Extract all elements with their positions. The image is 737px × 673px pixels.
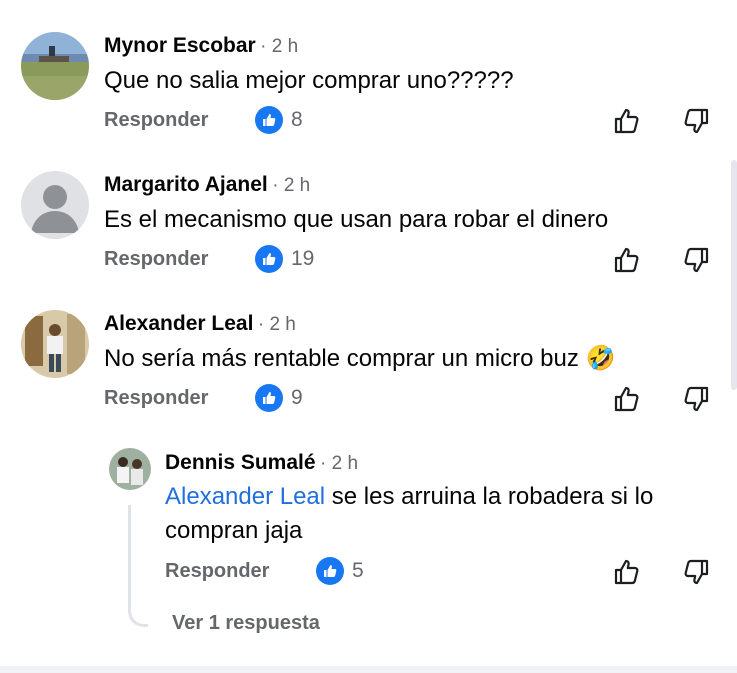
avatar[interactable] [21, 32, 89, 100]
default-person-icon [21, 171, 89, 239]
thumbs-up-icon [316, 557, 344, 585]
thumbs-up-icon [255, 245, 283, 273]
comment-text: Es el mecanismo que usan para robar el d… [104, 206, 609, 233]
downvote-button[interactable] [681, 557, 711, 587]
thread-connector [128, 505, 148, 627]
reply-time: · 2 h [320, 453, 359, 474]
thumbs-up-icon [255, 106, 283, 134]
thumb-up-outline-icon [614, 108, 639, 134]
reply-button[interactable]: Responder [104, 387, 208, 410]
comment-text: No sería más rentable comprar un micro b… [104, 345, 616, 372]
reply-text-line1: se les arruina la robadera si lo [325, 483, 654, 510]
comment-text: Que no salia mejor comprar uno????? [104, 67, 514, 94]
avatar-two-people-image [109, 448, 151, 490]
thumb-down-outline-icon [684, 386, 709, 412]
comment-author[interactable]: Mynor Escobar [104, 34, 256, 57]
upvote-button[interactable] [612, 106, 642, 136]
thumb-down-outline-icon [684, 559, 709, 585]
reaction-count[interactable]: 19 [255, 245, 314, 273]
thumb-up-outline-icon [614, 247, 639, 273]
comment-author[interactable]: Margarito Ajanel [104, 173, 268, 196]
reaction-count[interactable]: 9 [255, 384, 303, 412]
reply-text: Alexander Leal se les arruina la robader… [165, 480, 705, 548]
mention-link[interactable]: Alexander Leal [165, 483, 325, 510]
reaction-count[interactable]: 5 [316, 557, 364, 585]
bottom-divider [0, 666, 737, 673]
reaction-count[interactable]: 8 [255, 106, 303, 134]
thumb-down-outline-icon [684, 247, 709, 273]
reply-button[interactable]: Responder [165, 560, 269, 583]
avatar-person-image [21, 310, 89, 378]
comment-time: · 2 h [260, 36, 299, 57]
reply-text-line2: compran jaja [165, 517, 303, 544]
view-replies-link[interactable]: Ver 1 respuesta [172, 612, 320, 635]
avatar-landscape-image [21, 32, 89, 100]
comment-time: · 2 h [257, 314, 296, 335]
upvote-button[interactable] [612, 557, 642, 587]
comment-time: · 2 h [272, 175, 311, 196]
comment-author[interactable]: Alexander Leal [104, 312, 253, 335]
avatar[interactable] [21, 171, 89, 239]
thumb-down-outline-icon [684, 108, 709, 134]
avatar[interactable] [109, 448, 151, 490]
like-count: 8 [291, 108, 303, 131]
upvote-button[interactable] [612, 384, 642, 414]
downvote-button[interactable] [681, 245, 711, 275]
like-count: 5 [352, 559, 364, 582]
thumb-up-outline-icon [614, 559, 639, 585]
like-count: 19 [291, 247, 315, 270]
thumbs-up-icon [255, 384, 283, 412]
scrollbar[interactable] [731, 160, 737, 390]
like-count: 9 [291, 386, 303, 409]
upvote-button[interactable] [612, 245, 642, 275]
reply-author[interactable]: Dennis Sumalé [165, 451, 316, 474]
thumb-up-outline-icon [614, 386, 639, 412]
downvote-button[interactable] [681, 384, 711, 414]
avatar[interactable] [21, 310, 89, 378]
downvote-button[interactable] [681, 106, 711, 136]
reply-button[interactable]: Responder [104, 109, 208, 132]
reply-button[interactable]: Responder [104, 248, 208, 271]
